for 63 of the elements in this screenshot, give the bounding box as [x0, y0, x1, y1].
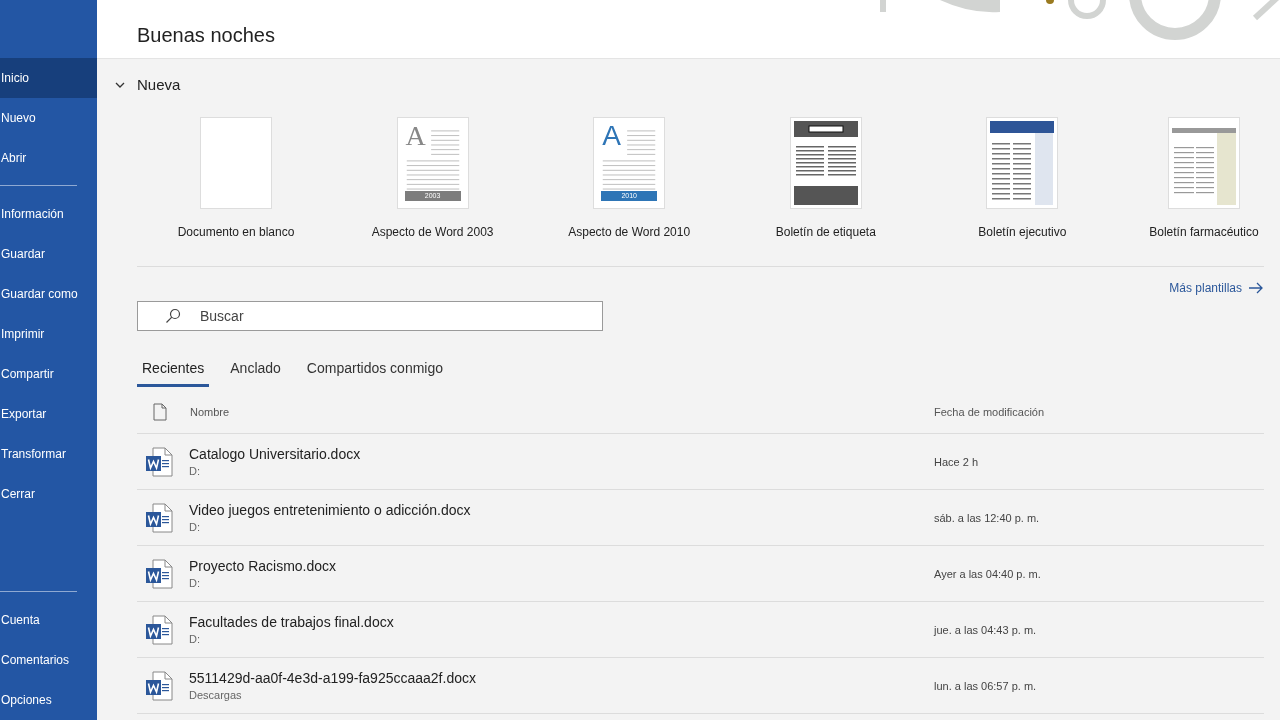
template-thumbnail[interactable] — [200, 117, 272, 209]
file-location: D: — [189, 633, 201, 645]
tab[interactable]: Recientes — [137, 356, 210, 387]
template-label: Boletín farmacéutico — [1149, 225, 1259, 239]
column-header: Fecha de modificación — [934, 406, 1046, 418]
nav-item[interactable]: Guardar — [0, 234, 97, 274]
word-document-icon — [145, 446, 173, 477]
file-name: 5511429d-aa0f-4e3d-a199-fa925ccaaa2f.docx — [189, 670, 477, 686]
search-icon — [165, 308, 181, 324]
word-document-icon — [145, 558, 173, 589]
greeting-title: Buenas noches — [136, 23, 275, 47]
nav-item[interactable]: Guardar como — [0, 274, 97, 314]
template-label: Aspecto de Word 2003 — [371, 225, 494, 239]
search-field[interactable]: Buscar — [137, 301, 603, 331]
nav-item[interactable]: Información — [0, 194, 97, 234]
nav-item[interactable]: Abrir — [0, 138, 97, 178]
file-row[interactable]: Video juegos entretenimiento o adicción.docx D: sáb. a las 12:40 p. m. — [137, 490, 1264, 546]
letter-glyph: A — [602, 122, 621, 150]
nav-item[interactable]: Imprimir — [0, 314, 97, 354]
file-name: Facultades de trabajos final.docx — [189, 614, 395, 630]
file-location: Descargas — [189, 689, 243, 701]
nav-item[interactable]: Opciones — [0, 680, 97, 720]
nav-item[interactable]: Inicio — [0, 58, 97, 98]
tab[interactable]: Anclado — [225, 356, 286, 387]
more-templates-link[interactable]: Más plantillas — [1169, 281, 1242, 295]
file-icon — [153, 403, 167, 421]
nav-item[interactable]: Comentarios — [0, 640, 97, 680]
file-row[interactable]: 5511429d-aa0f-4e3d-a199-fa925ccaaa2f.docx Descargas lun. a las 06:57 p. m. — [137, 658, 1264, 714]
nav-item[interactable]: Cerrar — [0, 474, 97, 514]
tab[interactable]: Compartidos conmigo — [301, 356, 449, 387]
file-name: Proyecto Racismo.docx — [189, 558, 338, 574]
column-header: Nombre — [190, 406, 231, 418]
template-label: Boletín ejecutivo — [978, 225, 1067, 239]
file-row[interactable]: Proyecto Racismo.docx D: Ayer a las 04:40 p. m. — [137, 546, 1264, 602]
file-name: Catalogo Universitario.docx — [189, 446, 362, 462]
modified-date: Ayer a las 04:40 p. m. — [934, 567, 1042, 580]
template-thumbnail[interactable] — [986, 117, 1059, 209]
arrow-icon[interactable] — [1248, 282, 1264, 294]
nav-item[interactable]: Transformar — [0, 434, 97, 474]
file-name: Video juegos entretenimiento o adicción.docx — [189, 502, 472, 518]
nav-item[interactable]: Exportar — [0, 394, 97, 434]
file-location: D: — [189, 577, 201, 589]
template-label: Boletín de etiqueta — [775, 225, 876, 239]
modified-date: lun. a las 06:57 p. m. — [934, 679, 1038, 692]
modified-date: Hace 2 h — [934, 455, 980, 468]
file-row[interactable]: Catalogo Universitario.docx D: Hace 2 h — [137, 434, 1264, 490]
word-document-icon — [145, 502, 173, 533]
section-title: Nueva — [137, 76, 181, 93]
word-document-icon — [145, 670, 173, 701]
nav-item[interactable]: Nuevo — [0, 98, 97, 138]
template-thumbnail[interactable] — [1167, 117, 1240, 209]
word-document-icon — [145, 614, 173, 645]
file-location: D: — [189, 521, 201, 533]
template-label: Documento en blanco — [177, 225, 295, 239]
nav-item[interactable]: Cuenta — [0, 600, 97, 640]
nav-item[interactable]: Compartir — [0, 354, 97, 394]
file-row[interactable]: Facultades de trabajos final.docx D: jue. a las 04:43 p. m. — [137, 602, 1264, 658]
template-thumbnail[interactable] — [789, 117, 862, 209]
modified-date: sáb. a las 12:40 p. m. — [934, 511, 1041, 524]
modified-date: jue. a las 04:43 p. m. — [934, 623, 1038, 636]
file-location: D: — [189, 465, 201, 477]
template-label: Aspecto de Word 2010 — [568, 225, 691, 239]
letter-glyph: A — [405, 122, 426, 150]
